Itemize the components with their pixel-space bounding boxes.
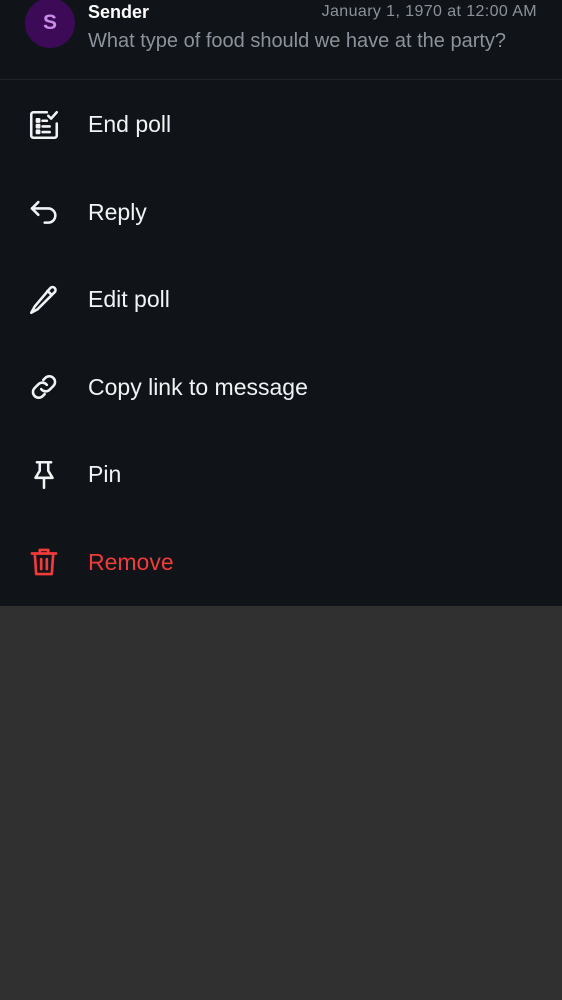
message-actions-sheet: S Sender January 1, 1970 at 12:00 AM Wha… <box>0 0 562 606</box>
reply-icon <box>26 194 62 230</box>
message-preview: What type of food should we have at the … <box>88 30 507 52</box>
poll-check-icon <box>26 107 62 143</box>
reply-label: Reply <box>88 198 147 225</box>
action-menu: End poll Reply Edit poll Copy link to me… <box>0 81 562 606</box>
remove-label: Remove <box>88 548 174 575</box>
message-timestamp: January 1, 1970 at 12:00 AM <box>321 3 537 20</box>
message-header: S Sender January 1, 1970 at 12:00 AM Wha… <box>0 0 562 80</box>
pencil-icon <box>26 282 62 318</box>
end-poll-button[interactable]: End poll <box>0 81 562 169</box>
link-icon <box>26 369 62 405</box>
avatar: S <box>25 0 75 48</box>
pin-label: Pin <box>88 461 122 488</box>
backdrop[interactable] <box>0 606 562 1000</box>
copy-link-button[interactable]: Copy link to message <box>0 344 562 432</box>
reply-button[interactable]: Reply <box>0 169 562 257</box>
edit-poll-label: Edit poll <box>88 286 170 313</box>
pin-icon <box>26 457 62 493</box>
pin-button[interactable]: Pin <box>0 431 562 519</box>
edit-poll-button[interactable]: Edit poll <box>0 256 562 344</box>
sender-name: Sender <box>88 2 150 22</box>
end-poll-label: End poll <box>88 111 172 138</box>
trash-icon <box>26 544 62 580</box>
copy-link-label: Copy link to message <box>88 373 308 400</box>
remove-button[interactable]: Remove <box>0 519 562 607</box>
